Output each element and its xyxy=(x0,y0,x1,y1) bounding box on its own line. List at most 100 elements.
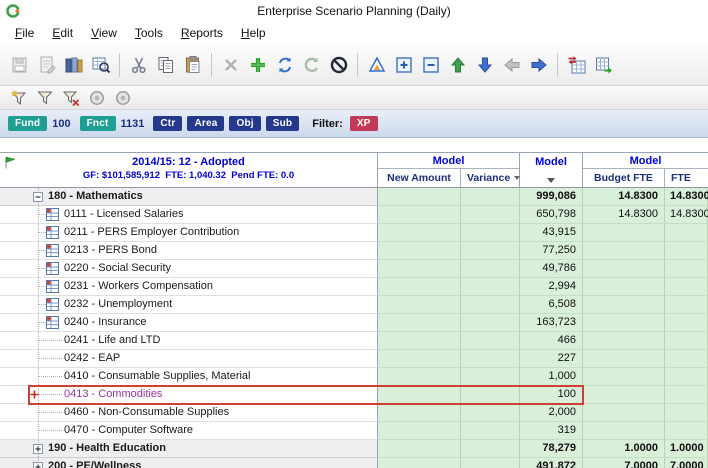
tree-cell[interactable]: 0211 - PERS Employer Contribution xyxy=(0,224,378,242)
filter-run-icon[interactable] xyxy=(110,88,136,108)
fte-cell[interactable]: 14.8300 xyxy=(665,188,708,206)
tree-cell[interactable]: 200 - PE/Wellness xyxy=(0,458,378,468)
fte-cell[interactable] xyxy=(665,260,708,278)
back-icon[interactable] xyxy=(498,52,525,78)
filter-value-badge[interactable]: XP xyxy=(349,116,378,131)
model-cell[interactable]: 319 xyxy=(520,422,583,440)
model-cell[interactable]: 6,508 xyxy=(520,296,583,314)
move-down-icon[interactable] xyxy=(471,52,498,78)
tree-cell[interactable]: 0460 - Non-Consumable Supplies xyxy=(0,404,378,422)
table-row[interactable]: 0211 - PERS Employer Contribution 43,915 xyxy=(0,224,708,242)
move-up-icon[interactable] xyxy=(444,52,471,78)
new-amount-cell[interactable] xyxy=(378,368,461,386)
table-row[interactable]: 0470 - Computer Software 319 xyxy=(0,422,708,440)
delete-icon[interactable] xyxy=(217,52,244,78)
menu-help[interactable]: Help xyxy=(232,24,275,42)
model-cell[interactable]: 100 xyxy=(520,386,583,404)
model-cell[interactable]: 466 xyxy=(520,332,583,350)
variance-cell[interactable] xyxy=(461,296,520,314)
budget-fte-cell[interactable]: 14.8300 xyxy=(583,206,665,224)
table-row[interactable]: 0240 - Insurance 163,723 xyxy=(0,314,708,332)
table-row[interactable]: 180 - Mathematics 999,086 14.8300 14.830… xyxy=(0,188,708,206)
table-row[interactable]: 0213 - PERS Bond 77,250 xyxy=(0,242,708,260)
tree-cell[interactable]: 0410 - Consumable Supplies, Material xyxy=(0,368,378,386)
variance-cell[interactable] xyxy=(461,422,520,440)
new-amount-cell[interactable] xyxy=(378,188,461,206)
copy-icon[interactable] xyxy=(152,52,179,78)
delta-icon[interactable] xyxy=(363,52,390,78)
tree-cell[interactable]: 0231 - Workers Compensation xyxy=(0,278,378,296)
new-amount-cell[interactable] xyxy=(378,458,461,468)
budget-fte-cell[interactable] xyxy=(583,404,665,422)
refresh-icon[interactable] xyxy=(271,52,298,78)
table-row-selected[interactable]: 0413 - Commodities 100 xyxy=(0,385,708,405)
fte-cell[interactable] xyxy=(665,350,708,368)
model-cell[interactable]: 77,250 xyxy=(520,242,583,260)
tree-cell[interactable]: 0470 - Computer Software xyxy=(0,422,378,440)
budget-fte-cell[interactable]: 7.0000 xyxy=(583,458,665,468)
search-grid-icon[interactable] xyxy=(87,52,114,78)
fte-cell[interactable]: 1.0000 xyxy=(665,440,708,458)
expand-all-icon[interactable] xyxy=(390,52,417,78)
paste-icon[interactable] xyxy=(179,52,206,78)
budget-fte-cell[interactable] xyxy=(583,386,665,404)
variance-cell[interactable] xyxy=(461,314,520,332)
budget-fte-cell[interactable] xyxy=(583,422,665,440)
new-amount-cell[interactable] xyxy=(378,332,461,350)
fte-cell[interactable] xyxy=(665,278,708,296)
reload-icon[interactable] xyxy=(298,52,325,78)
variance-cell[interactable] xyxy=(461,206,520,224)
expand-icon[interactable] xyxy=(33,444,43,454)
fte-cell[interactable] xyxy=(665,314,708,332)
model-cell[interactable]: 999,086 xyxy=(520,188,583,206)
table-row[interactable]: 190 - Health Education 78,279 1.0000 1.0… xyxy=(0,440,708,458)
variance-cell[interactable] xyxy=(461,224,520,242)
fte-cell[interactable] xyxy=(665,368,708,386)
clear-filter-icon[interactable] xyxy=(58,88,84,108)
sync-grid-icon[interactable] xyxy=(563,52,590,78)
new-amount-cell[interactable] xyxy=(378,224,461,242)
variance-cell[interactable] xyxy=(461,386,520,404)
variance-cell[interactable] xyxy=(461,278,520,296)
new-amount-cell[interactable] xyxy=(378,440,461,458)
tree-cell[interactable]: 0232 - Unemployment xyxy=(0,296,378,314)
fte-cell[interactable]: 14.8300 xyxy=(665,206,708,224)
budget-fte-cell[interactable] xyxy=(583,260,665,278)
fund-badge[interactable]: Fund xyxy=(8,116,48,131)
variance-cell[interactable] xyxy=(461,350,520,368)
menu-file[interactable]: File xyxy=(6,24,43,42)
column-header-fte[interactable]: FTE xyxy=(665,169,708,187)
obj-badge[interactable]: Obj xyxy=(229,116,261,131)
model-cell[interactable]: 43,915 xyxy=(520,224,583,242)
model-cell[interactable]: 78,279 xyxy=(520,440,583,458)
menu-reports[interactable]: Reports xyxy=(172,24,232,42)
fte-cell[interactable] xyxy=(665,224,708,242)
model-cell[interactable]: 2,000 xyxy=(520,404,583,422)
column-header-new-amount[interactable]: New Amount xyxy=(378,169,461,187)
tree-cell[interactable]: 0240 - Insurance xyxy=(0,314,378,332)
forward-icon[interactable] xyxy=(525,52,552,78)
table-row[interactable]: 0220 - Social Security 49,786 xyxy=(0,260,708,278)
add-icon[interactable] xyxy=(244,52,271,78)
table-row[interactable]: 200 - PE/Wellness 491,872 7.0000 7.0000 xyxy=(0,458,708,468)
fte-cell[interactable] xyxy=(665,242,708,260)
variance-cell[interactable] xyxy=(461,242,520,260)
save-icon[interactable] xyxy=(6,52,33,78)
tree-cell[interactable]: 180 - Mathematics xyxy=(0,188,378,206)
fte-cell[interactable] xyxy=(665,296,708,314)
variance-cell[interactable] xyxy=(461,458,520,468)
variance-cell[interactable] xyxy=(461,332,520,350)
new-filter-icon[interactable] xyxy=(6,88,32,108)
ctr-badge[interactable]: Ctr xyxy=(153,116,183,131)
budget-fte-cell[interactable] xyxy=(583,314,665,332)
model-cell[interactable]: 650,798 xyxy=(520,206,583,224)
budget-fte-cell[interactable] xyxy=(583,224,665,242)
scenario-header-cell[interactable]: 2014/15: 12 - Adopted GF: $101,585,912 F… xyxy=(0,153,378,187)
tree-cell[interactable]: 0242 - EAP xyxy=(0,350,378,368)
column-header-variance[interactable]: Variance xyxy=(461,169,521,187)
new-amount-cell[interactable] xyxy=(378,350,461,368)
table-row[interactable]: 0460 - Non-Consumable Supplies 2,000 xyxy=(0,404,708,422)
new-amount-cell[interactable] xyxy=(378,296,461,314)
budget-fte-cell[interactable] xyxy=(583,278,665,296)
collapse-all-icon[interactable] xyxy=(417,52,444,78)
